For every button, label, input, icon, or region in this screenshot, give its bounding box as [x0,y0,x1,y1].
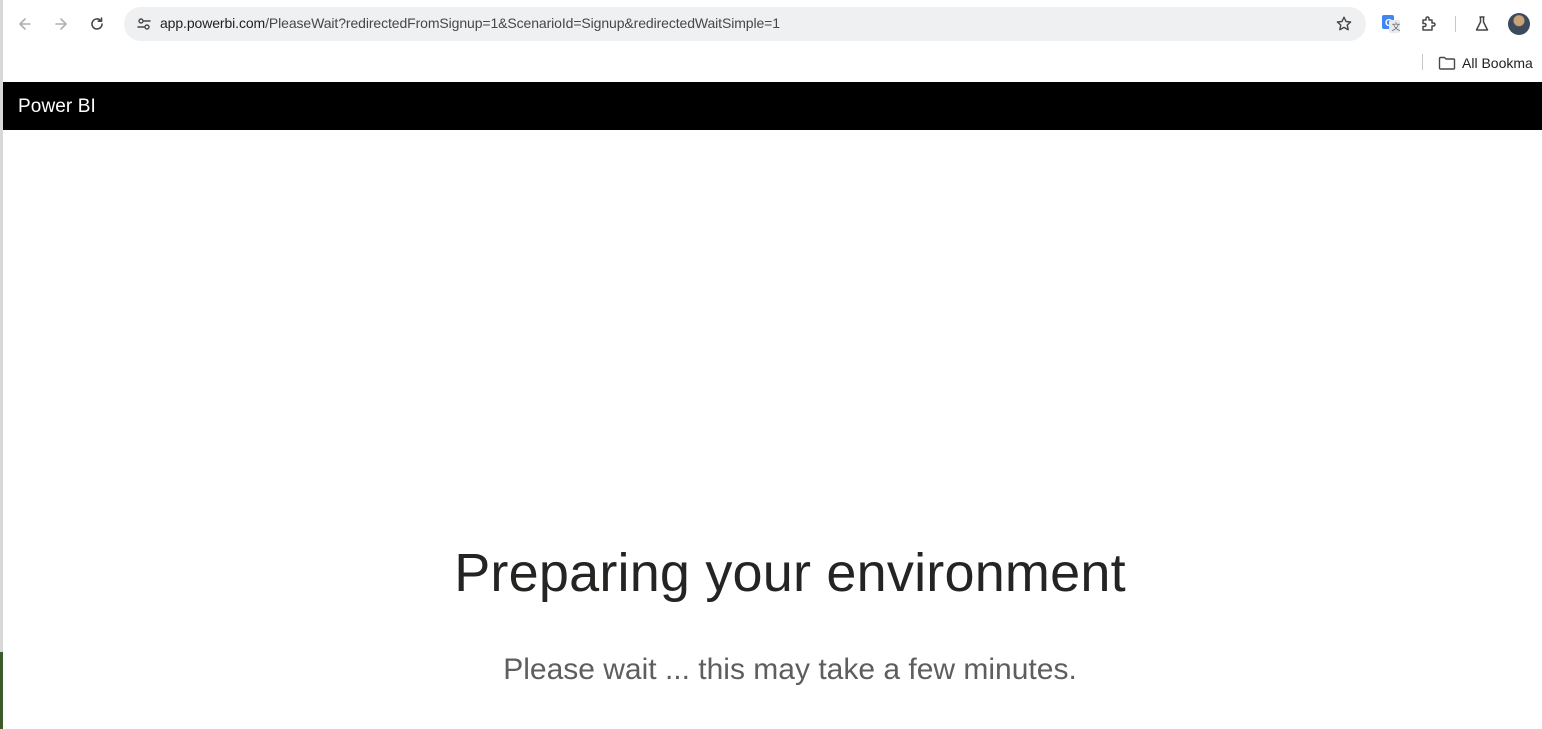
bookmarks-bar: All Bookma [3,48,1542,82]
svg-text:文: 文 [1392,21,1401,32]
page-subtitle: Please wait ... this may take a few minu… [503,653,1077,686]
forward-button[interactable] [47,10,75,38]
star-icon [1336,16,1352,31]
extensions-button[interactable] [1417,12,1441,36]
browser-window: app.powerbi.com/PleaseWait?redirectedFro… [3,0,1542,729]
forward-arrow-icon [55,18,67,30]
main-content: Preparing your environment Please wait .… [3,130,1542,729]
url-path: /PleaseWait?redirectedFromSignup=1&Scena… [265,15,780,31]
bookmark-star-button[interactable] [1332,12,1356,36]
labs-button[interactable] [1470,12,1494,36]
translate-extension-button[interactable]: G 文 [1379,12,1403,36]
site-info-button[interactable] [132,12,156,36]
profile-avatar[interactable] [1508,13,1530,35]
flask-icon [1475,16,1489,31]
address-bar[interactable]: app.powerbi.com/PleaseWait?redirectedFro… [124,7,1366,41]
folder-icon [1438,56,1456,70]
back-arrow-icon [19,18,31,30]
tune-icon [137,18,151,30]
page-title: Preparing your environment [454,543,1126,603]
reload-button[interactable] [83,10,111,38]
bookmarks-separator [1422,54,1423,70]
all-bookmarks-button[interactable]: All Bookma [1438,51,1533,75]
app-header: Power BI [3,82,1542,130]
browser-toolbar: app.powerbi.com/PleaseWait?redirectedFro… [3,0,1542,48]
url-text[interactable]: app.powerbi.com/PleaseWait?redirectedFro… [160,15,780,31]
url-host: app.powerbi.com [160,15,266,31]
google-translate-icon: G 文 [1382,15,1401,33]
back-button[interactable] [11,10,39,38]
app-title[interactable]: Power BI [18,96,96,118]
reload-icon [91,17,103,30]
all-bookmarks-label: All Bookma [1462,55,1533,71]
toolbar-separator [1455,16,1456,32]
puzzle-icon [1422,16,1436,31]
